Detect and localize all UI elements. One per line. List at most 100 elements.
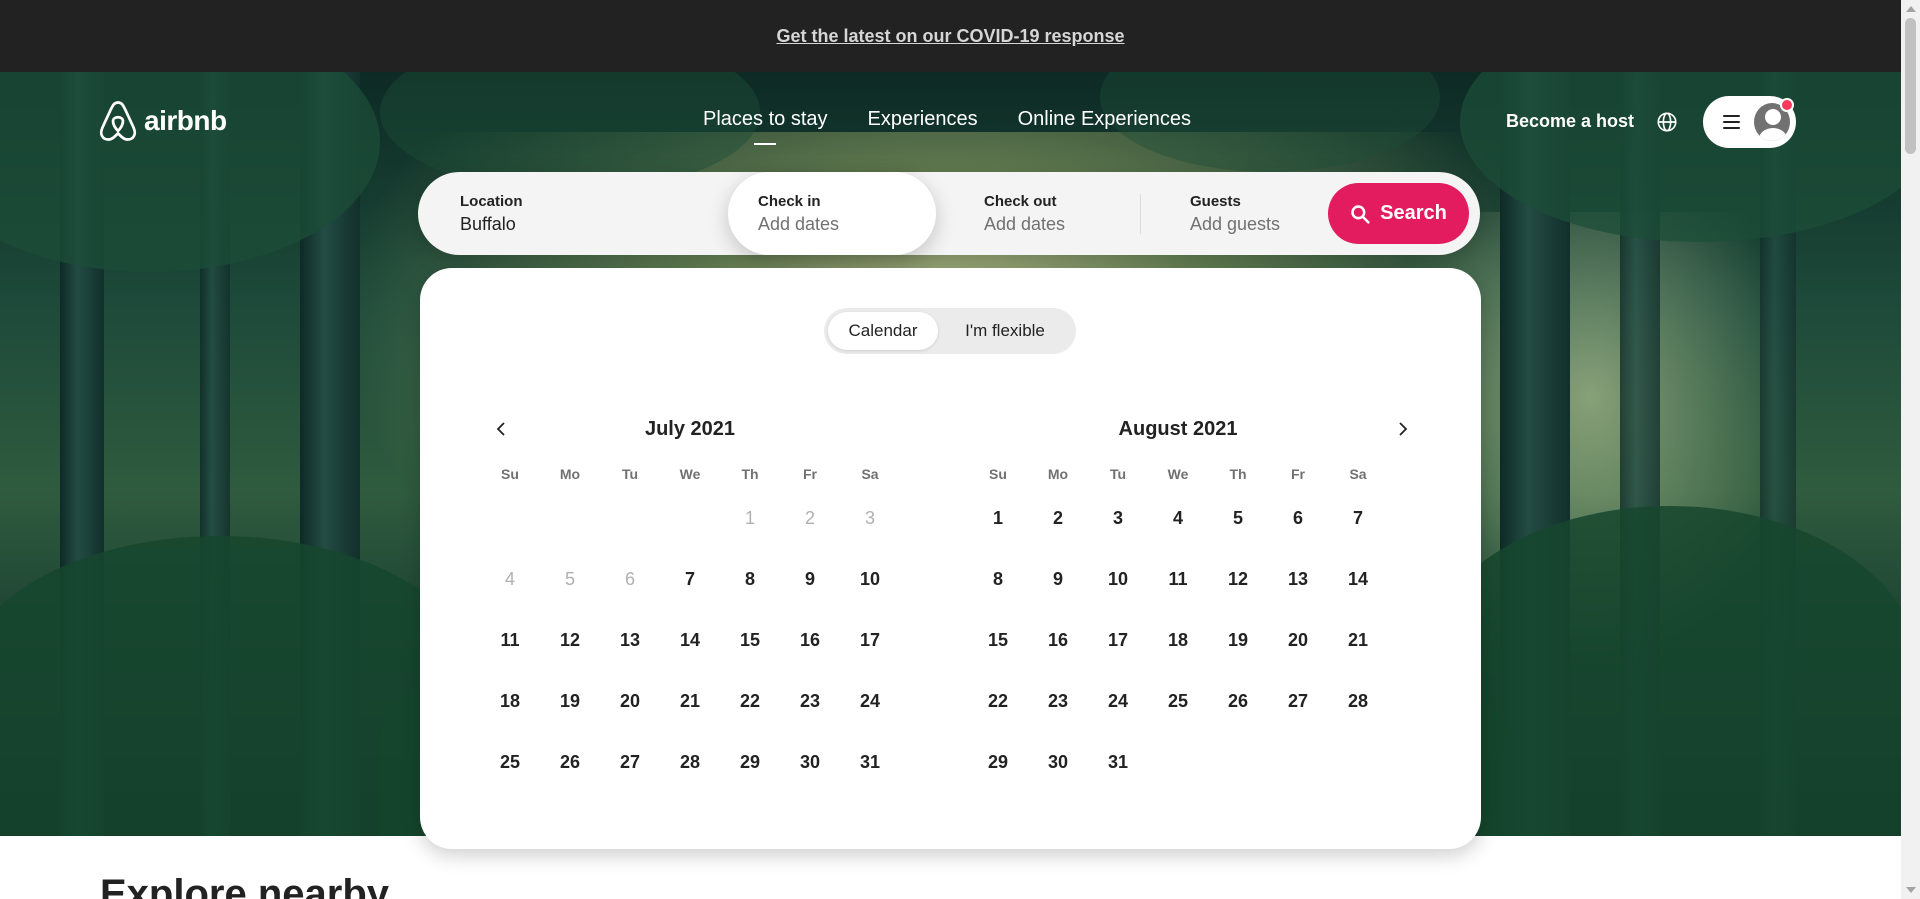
check-out-placeholder: Add dates — [984, 214, 1066, 234]
calendar-day[interactable]: 30 — [780, 732, 840, 793]
calendar-day-disabled: 2 — [804, 508, 815, 528]
flexible-tab[interactable]: I'm flexible — [938, 312, 1072, 350]
calendar-day[interactable]: 13 — [1268, 549, 1328, 610]
calendar-day[interactable]: 16 — [1028, 610, 1088, 671]
search-bar: Location Buffalo Check in Add dates Chec… — [418, 172, 1480, 255]
page-scrollbar[interactable] — [1901, 0, 1920, 899]
calendar-day[interactable]: 25 — [480, 732, 540, 793]
calendar-day[interactable]: 26 — [540, 732, 600, 793]
calendar-day[interactable]: 24 — [1088, 671, 1148, 732]
weekday-label: Sa — [861, 466, 879, 482]
calendar-day[interactable]: 22 — [968, 671, 1028, 732]
calendar-day[interactable]: 9 — [780, 549, 840, 610]
calendar-day[interactable]: 21 — [1328, 610, 1388, 671]
calendar-day[interactable]: 14 — [1328, 549, 1388, 610]
calendar-tab[interactable]: Calendar — [828, 312, 938, 350]
calendar-day[interactable]: 20 — [1268, 610, 1328, 671]
check-out-field[interactable]: Check out Add dates — [936, 172, 1142, 255]
calendar-day[interactable]: 8 — [968, 549, 1028, 610]
calendar-day[interactable]: 18 — [480, 671, 540, 732]
scroll-up-arrow-icon[interactable] — [1906, 6, 1916, 12]
become-a-host-link[interactable]: Become a host — [1506, 111, 1634, 132]
location-field[interactable]: Location Buffalo — [418, 172, 728, 255]
calendar-day[interactable]: 28 — [1328, 671, 1388, 732]
month-title: July 2021 — [644, 418, 736, 440]
month-august: August 2021 Su Mo Tu We Th Fr Sa 1234567… — [968, 418, 1388, 793]
explore-nearby-heading: Explore nearby — [100, 872, 390, 899]
weekday-label: Tu — [1109, 466, 1127, 482]
calendar-day-disabled: 5 — [564, 569, 575, 589]
calendar-day[interactable]: 27 — [600, 732, 660, 793]
globe-icon[interactable] — [1656, 111, 1678, 133]
menu-icon — [1723, 115, 1741, 129]
calendar-day[interactable]: 15 — [720, 610, 780, 671]
calendar-day[interactable]: 17 — [840, 610, 900, 671]
calendar-day[interactable]: 28 — [660, 732, 720, 793]
calendar-day[interactable]: 26 — [1208, 671, 1268, 732]
calendar-day[interactable]: 8 — [720, 549, 780, 610]
calendar-day[interactable]: 24 — [840, 671, 900, 732]
calendar-day[interactable]: 23 — [780, 671, 840, 732]
calendar-day[interactable]: 12 — [540, 610, 600, 671]
empty-day-cell — [480, 488, 540, 549]
search-button[interactable]: Search — [1328, 183, 1469, 244]
calendar-day[interactable]: 11 — [480, 610, 540, 671]
empty-day-cell — [600, 488, 660, 549]
next-month-button[interactable] — [1388, 415, 1416, 443]
calendar-day[interactable]: 6 — [1268, 488, 1328, 549]
nav-places-to-stay[interactable]: Places to stay — [703, 108, 828, 145]
check-in-field[interactable]: Check in Add dates — [728, 172, 936, 255]
calendar-day[interactable]: 10 — [1088, 549, 1148, 610]
calendar-day[interactable]: 3 — [1088, 488, 1148, 549]
weekday-label: We — [679, 466, 701, 482]
weekday-label: Su — [989, 466, 1007, 482]
airbnb-logo[interactable]: airbnb — [98, 100, 227, 142]
calendar-day[interactable]: 21 — [660, 671, 720, 732]
location-label: Location — [460, 193, 523, 210]
weekday-header: Su Mo Tu We Th Fr Sa — [480, 466, 900, 482]
calendar-day[interactable]: 13 — [600, 610, 660, 671]
guests-placeholder: Add guests — [1190, 214, 1281, 234]
calendar-day[interactable]: 1 — [968, 488, 1028, 549]
calendar-day[interactable]: 25 — [1148, 671, 1208, 732]
covid-response-link[interactable]: Get the latest on our COVID-19 response — [776, 26, 1124, 47]
calendar-day[interactable]: 12 — [1208, 549, 1268, 610]
calendar-day[interactable]: 23 — [1028, 671, 1088, 732]
weekday-label: Fr — [1291, 466, 1305, 482]
weekday-label: Mo — [559, 466, 581, 482]
calendar-day[interactable]: 4 — [1148, 488, 1208, 549]
calendar-day-disabled: 3 — [864, 508, 875, 528]
calendar-day[interactable]: 19 — [1208, 610, 1268, 671]
scroll-thumb[interactable] — [1905, 18, 1916, 154]
calendar-day[interactable]: 18 — [1148, 610, 1208, 671]
calendar-day[interactable]: 9 — [1028, 549, 1088, 610]
chevron-right-icon — [1399, 422, 1408, 436]
calendar-day[interactable]: 31 — [1088, 732, 1148, 793]
calendar-day[interactable]: 31 — [840, 732, 900, 793]
calendar-day[interactable]: 5 — [1208, 488, 1268, 549]
calendar-day[interactable]: 30 — [1028, 732, 1088, 793]
calendar-day[interactable]: 16 — [780, 610, 840, 671]
weekday-label: Su — [501, 466, 519, 482]
calendar-day[interactable]: 27 — [1268, 671, 1328, 732]
calendar-day[interactable]: 7 — [660, 549, 720, 610]
scroll-down-arrow-icon[interactable] — [1906, 887, 1916, 893]
calendar-day[interactable]: 10 — [840, 549, 900, 610]
empty-day-cell — [540, 488, 600, 549]
calendar-day[interactable]: 15 — [968, 610, 1028, 671]
calendar-day[interactable]: 19 — [540, 671, 600, 732]
calendar-day[interactable]: 29 — [968, 732, 1028, 793]
calendar-day[interactable]: 29 — [720, 732, 780, 793]
calendar-day[interactable]: 14 — [660, 610, 720, 671]
calendar-day[interactable]: 11 — [1148, 549, 1208, 610]
calendar-day[interactable]: 20 — [600, 671, 660, 732]
calendar-day[interactable]: 2 — [1028, 488, 1088, 549]
calendar-day[interactable]: 22 — [720, 671, 780, 732]
calendar-day[interactable]: 7 — [1328, 488, 1388, 549]
calendar-day[interactable]: 17 — [1088, 610, 1148, 671]
check-in-label: Check in — [758, 193, 821, 210]
guests-field[interactable]: Guests Add guests — [1142, 172, 1352, 255]
nav-experiences[interactable]: Experiences — [868, 108, 978, 145]
month-july: July 2021 Su Mo Tu We Th Fr Sa 123456789… — [480, 418, 900, 793]
nav-online-experiences[interactable]: Online Experiences — [1018, 108, 1191, 145]
